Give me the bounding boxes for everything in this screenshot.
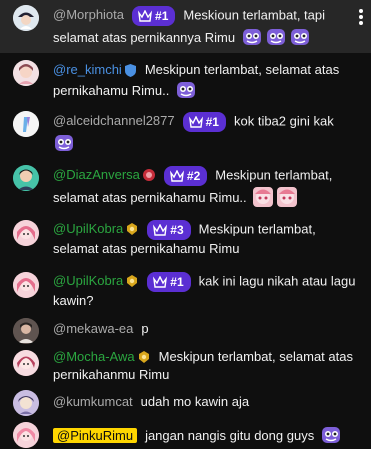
rank-badge: #1 [182, 112, 226, 132]
avatar[interactable] [13, 165, 39, 191]
avatar[interactable] [13, 60, 39, 86]
rank-label: #1 [205, 115, 219, 129]
avatar[interactable] [13, 318, 39, 344]
crown-icon [138, 10, 153, 22]
member-badge-icon [138, 351, 149, 363]
author-name[interactable]: @Morphiota [53, 7, 124, 22]
rank-badge: #1 [147, 272, 191, 292]
author-name[interactable]: @mekawa-ea [53, 321, 133, 336]
avatar[interactable] [13, 220, 39, 246]
chat-message[interactable]: @DiazAnversa #2 Meskipun terlambat, selama… [0, 160, 371, 210]
message-text: jangan nangis gitu dong guys [145, 428, 315, 443]
member-badge-icon [127, 223, 138, 236]
avatar[interactable] [13, 111, 39, 137]
author-name[interactable]: @DiazAnversa [53, 167, 140, 182]
crown-icon [153, 276, 168, 288]
author-name[interactable]: @PinkuRimu [53, 428, 138, 443]
chat-message[interactable]: @kumkumcat udah mo kawin aja [0, 388, 371, 416]
crown-icon [188, 116, 203, 128]
custom-emoji-icon [290, 29, 309, 45]
emoji-row [239, 29, 311, 45]
live-chat: @Morphiota #1 Meskioun terlambat, tapi sel… [0, 0, 371, 449]
message-text: p [141, 321, 149, 336]
rank-label: #1 [155, 9, 169, 23]
member-badge-icon [127, 275, 138, 288]
custom-emoji-icon [321, 427, 340, 443]
more-vert-icon[interactable] [357, 8, 365, 25]
verified-check-icon [124, 64, 136, 77]
avatar[interactable] [13, 5, 39, 31]
chat-message[interactable]: @UpilKobra #3 Meskipun terlambat, selamat … [0, 214, 371, 262]
message-text: kok tiba2 gini kak [233, 113, 334, 129]
chat-message[interactable]: @Morphiota #1 Meskioun terlambat, tapi sel… [0, 0, 371, 53]
avatar[interactable] [13, 350, 39, 376]
rank-label: #2 [186, 169, 201, 183]
custom-emoji-icon [176, 82, 195, 98]
chat-message[interactable]: @PinkuRimu jangan nangis gitu dong guys [0, 420, 371, 449]
rank-label: #1 [170, 275, 184, 289]
author-name[interactable]: @UpilKobra [53, 273, 123, 288]
chat-message[interactable]: @re_kimchi Meskipun terlambat, selamat at… [0, 55, 371, 105]
custom-emoji-icon [55, 135, 73, 151]
member-badge-icon [142, 169, 155, 182]
rank-label: #3 [170, 223, 184, 237]
crown-icon [153, 224, 168, 236]
author-name[interactable]: @re_kimchi [53, 62, 122, 77]
author-name[interactable]: @UpilKobra [53, 221, 123, 236]
rank-badge: #1 [132, 6, 176, 26]
author-name[interactable]: @kumkumcat [53, 394, 133, 409]
avatar[interactable] [13, 422, 39, 448]
chat-message[interactable]: @Mocha-Awa Meskipun terlambat, selamat at… [0, 346, 371, 388]
avatar[interactable] [13, 390, 39, 416]
custom-emoji-icon [266, 29, 285, 45]
author-name[interactable]: @Mocha-Awa [53, 349, 135, 364]
custom-emoji-icon [242, 29, 261, 45]
crown-icon [169, 170, 184, 182]
author-name[interactable]: @alceidchannel2877 [53, 113, 175, 128]
chat-message[interactable]: @mekawa-ea p [0, 316, 371, 344]
chat-message[interactable]: @UpilKobra #1 kak ini lagu nikah atau lagu… [0, 266, 371, 314]
custom-emoji-icon [277, 187, 298, 207]
message-text: udah mo kawin aja [140, 394, 250, 409]
custom-emoji-icon [253, 187, 274, 207]
rank-badge: #2 [163, 166, 208, 186]
chat-message[interactable]: @alceidchannel2877 #1 kok tiba2 gini kak [0, 106, 371, 154]
avatar[interactable] [13, 272, 39, 298]
rank-badge: #3 [147, 220, 191, 240]
